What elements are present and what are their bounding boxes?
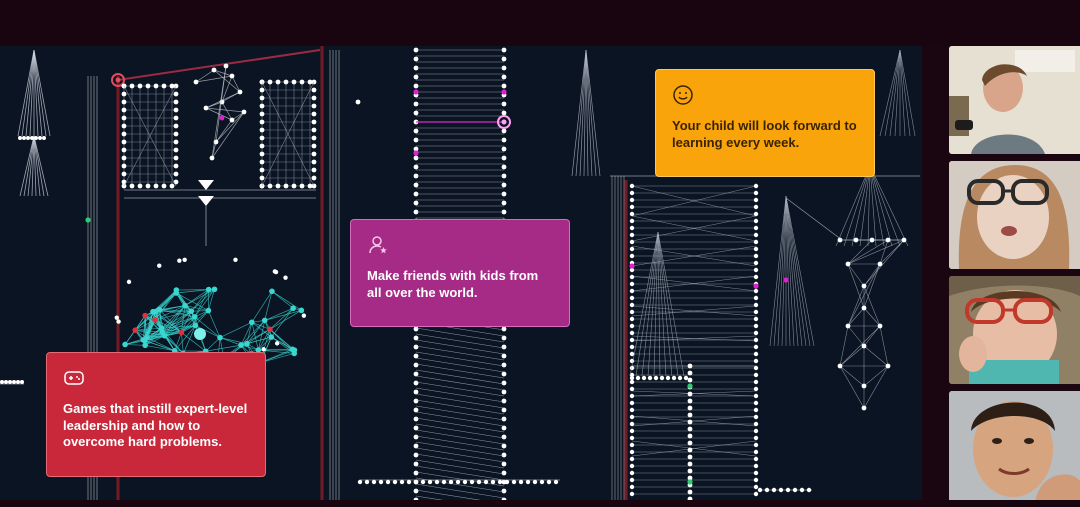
participant-avatar — [949, 276, 1080, 384]
participant-video-4[interactable] — [949, 391, 1080, 507]
top-bar — [0, 0, 1080, 46]
feature-card-text: Games that instill expert-level leadersh… — [63, 401, 248, 449]
participant-avatar — [949, 161, 1080, 269]
participant-avatar — [949, 46, 1080, 154]
participant-avatar — [949, 391, 1080, 507]
feature-card-friends: Make friends with kids from all over the… — [350, 219, 570, 327]
feature-card-learning: Your child will look forward to learning… — [655, 69, 875, 177]
participant-video-2[interactable] — [949, 161, 1080, 269]
participant-video-3[interactable] — [949, 276, 1080, 384]
user-star-icon — [367, 234, 389, 256]
smiley-icon — [672, 84, 694, 106]
bottom-bar — [0, 500, 1080, 507]
app-window: Games that instill expert-level leadersh… — [0, 0, 1080, 507]
participant-video-1[interactable] — [949, 46, 1080, 154]
feature-card-leadership: Games that instill expert-level leadersh… — [46, 352, 266, 477]
gamepad-icon — [63, 367, 85, 389]
feature-card-text: Your child will look forward to learning… — [672, 118, 857, 150]
feature-card-text: Make friends with kids from all over the… — [367, 268, 539, 300]
